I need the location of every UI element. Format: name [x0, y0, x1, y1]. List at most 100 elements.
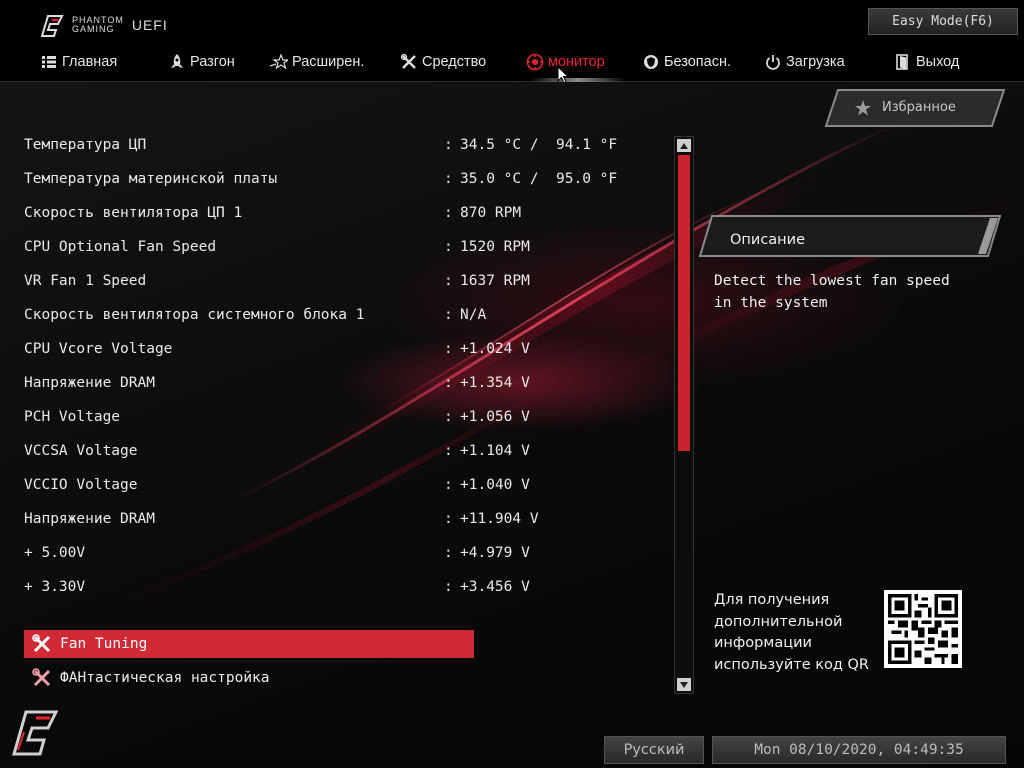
description-title: Описание [730, 232, 805, 248]
scroll-down-button[interactable] [677, 678, 691, 691]
phantom-gaming-emblem-icon [40, 15, 64, 37]
arrow-up-icon [680, 142, 688, 149]
language-button[interactable]: Русский [604, 736, 704, 764]
list-item[interactable]: CPU Optional Fan Speed:1520 RPM [24, 230, 664, 264]
tab-tool-label: Средство [422, 54, 487, 70]
separator: : [444, 171, 453, 187]
list-item[interactable]: Скорость вентилятора ЦП 1:870 RPM [24, 196, 664, 230]
monitor-value: +1.104 V [460, 443, 530, 459]
tab-overclock[interactable]: Разгон [168, 48, 270, 76]
power-icon [764, 53, 782, 71]
monitor-value: +3.456 V [460, 579, 530, 595]
tab-advanced-label: Расширен. [292, 54, 365, 70]
tools-icon [32, 634, 58, 654]
monitor-label: CPU Optional Fan Speed [24, 239, 217, 255]
tools-icon [400, 53, 418, 71]
fan-tuning-label: Fan Tuning [60, 636, 148, 652]
list-item[interactable]: + 5.00V: +4.979 V [24, 536, 664, 570]
tab-advanced[interactable]: Расширен. [270, 48, 400, 76]
monitor-value: +4.979 V [460, 545, 530, 561]
separator: : [444, 511, 453, 527]
easy-mode-button[interactable]: Easy Mode(F6) [868, 8, 1018, 35]
monitor-value: 870 RPM [460, 205, 522, 221]
monitor-value: +1.056 V [460, 409, 530, 425]
tab-overclock-label: Разгон [190, 54, 235, 70]
rocket-icon [168, 53, 186, 71]
separator: : [444, 239, 453, 255]
gauge-icon [526, 53, 544, 71]
monitor-value: +1.024 V [460, 341, 530, 357]
main-nav: Главная Разгон Расширен. Средство монито… [40, 48, 994, 76]
brand-text: PHANTOM GAMING [72, 16, 124, 34]
star-icon [270, 53, 288, 71]
fantastic-tuning-item[interactable]: ФАНтастическая настройка [24, 664, 474, 692]
monitor-value: N/A [460, 307, 487, 323]
arrow-down-icon [680, 681, 688, 688]
scroll-up-button[interactable] [677, 139, 691, 152]
qr-code [884, 590, 962, 668]
list-item[interactable]: PCH Voltage: +1.056 V [24, 400, 664, 434]
tab-boot-label: Загрузка [786, 54, 845, 70]
tab-main[interactable]: Главная [40, 48, 168, 76]
list-item[interactable]: + 3.30V: +3.456 V [24, 570, 664, 604]
list-icon [40, 53, 58, 71]
separator: : [444, 341, 453, 357]
list-item[interactable]: Напряжение DRAM: +11.904 V [24, 502, 664, 536]
monitor-label: Скорость вентилятора ЦП 1 [24, 205, 243, 221]
monitor-label: PCH Voltage [24, 409, 121, 425]
active-tab-indicator [530, 78, 626, 82]
monitor-label: Напряжение DRAM [24, 511, 155, 527]
list-item[interactable]: Температура материнской платы:35.0 °C / … [24, 162, 664, 196]
monitor-value: 34.5 °C / 94.1 °F [460, 137, 618, 153]
description-text: Detect the lowest fan speed in the syste… [714, 273, 950, 311]
scrollbar[interactable] [674, 136, 694, 694]
tab-exit[interactable]: Выход [894, 48, 994, 76]
separator: : [444, 443, 453, 459]
uefi-label: UEFI [131, 17, 168, 33]
tab-tool[interactable]: Средство [400, 48, 526, 76]
separator: : [444, 477, 453, 493]
qr-info-text: Для получения дополнительной информации … [714, 592, 870, 673]
tab-security[interactable]: Безопасн. [642, 48, 764, 76]
scroll-thumb[interactable] [678, 155, 690, 451]
exit-door-icon [894, 53, 912, 71]
tab-monitor[interactable]: монитор [526, 48, 642, 76]
qr-code-icon [888, 594, 958, 664]
tab-exit-label: Выход [916, 54, 960, 70]
shield-icon [642, 53, 660, 71]
top-header: PHANTOM GAMING UEFI Easy Mode(F6) Главна… [0, 0, 1024, 82]
tab-boot[interactable]: Загрузка [764, 48, 894, 76]
monitor-label: VCCSA Voltage [24, 443, 138, 459]
monitor-label: + 3.30V [24, 579, 86, 595]
datetime-display: Mon 08/10/2020, 04:49:35 [712, 736, 1006, 764]
separator: : [444, 409, 453, 425]
monitor-value: +1.040 V [460, 477, 530, 493]
brand-line-gaming: GAMING [72, 24, 115, 34]
monitor-label: VCCIO Voltage [24, 477, 138, 493]
favorites-label: Избранное [882, 100, 956, 115]
list-item[interactable]: Температура ЦП:34.5 °C / 94.1 °F [24, 128, 664, 162]
tab-security-label: Безопасн. [664, 54, 732, 70]
monitor-value: 1520 RPM [460, 239, 530, 255]
mouse-cursor-icon [557, 66, 569, 84]
separator: : [444, 273, 453, 289]
list-item[interactable]: VCCSA Voltage: +1.104 V [24, 434, 664, 468]
list-item[interactable]: Напряжение DRAM: +1.354 V [24, 366, 664, 400]
monitor-value: 35.0 °C / 95.0 °F [460, 171, 618, 187]
list-item[interactable]: CPU Vcore Voltage: +1.024 V [24, 332, 664, 366]
tab-main-label: Главная [62, 54, 118, 70]
separator: : [444, 205, 453, 221]
separator: : [444, 307, 453, 323]
separator: : [444, 137, 453, 153]
phantom-gaming-logo: PHANTOM GAMING UEFI [38, 12, 168, 38]
fantastic-tuning-label: ФАНтастическая настройка [60, 670, 270, 686]
phantom-gaming-corner-logo-icon [12, 710, 59, 756]
list-item[interactable]: VR Fan 1 Speed:1637 RPM [24, 264, 664, 298]
monitor-label: Температура материнской платы [24, 171, 278, 187]
monitor-label: Скорость вентилятора системного блока 1 [24, 307, 365, 323]
separator: : [444, 545, 453, 561]
list-item[interactable]: Скорость вентилятора системного блока 1:… [24, 298, 664, 332]
list-item[interactable]: VCCIO Voltage: +1.040 V [24, 468, 664, 502]
fan-tuning-item[interactable]: Fan Tuning [24, 630, 474, 658]
monitor-label: CPU Vcore Voltage [24, 341, 173, 357]
